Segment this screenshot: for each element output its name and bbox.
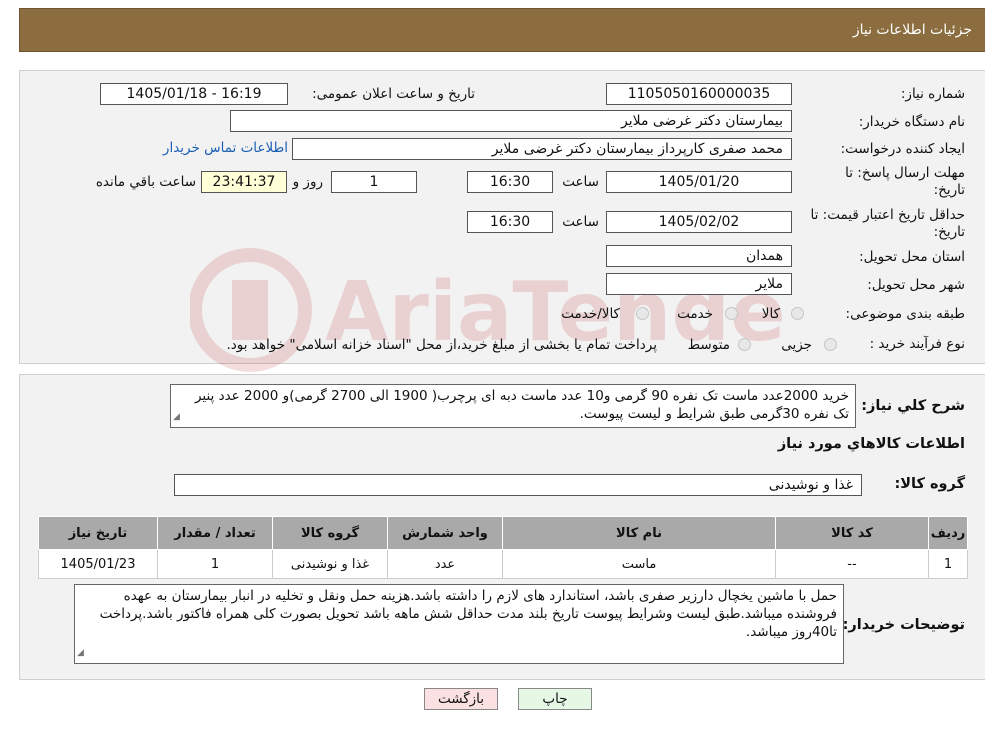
deadline-date-field: 1405/01/20	[606, 171, 792, 193]
summary-textarea[interactable]: خرید 2000عدد ماست تک نفره 90 گرمی و10 عد…	[170, 384, 856, 428]
creator-label: ایجاد کننده درخواست:	[840, 141, 965, 157]
announce-datetime-field: 1405/01/18 - 16:19	[100, 83, 288, 105]
col-group: گروه کالا	[272, 516, 388, 550]
process-option-medium: متوسط	[687, 337, 730, 353]
page-header: جزئیات اطلاعات نیاز	[19, 8, 985, 52]
back-button[interactable]: بازگشت	[424, 688, 498, 710]
process-note: پرداخت تمام یا بخشی از مبلغ خرید،از محل …	[226, 337, 657, 353]
deadline-label: مهلت ارسال پاسخ: تا	[845, 165, 965, 181]
days-label: روز و	[292, 174, 323, 190]
goods-group-label: گروه کالا:	[894, 476, 965, 492]
remaining-label: ساعت باقي مانده	[95, 174, 196, 190]
goods-table: ردیف کد کالا نام کالا واحد شمارش گروه کا…	[38, 516, 968, 579]
category-option-goods: کالا	[761, 306, 780, 322]
province-label: استان محل تحویل:	[859, 249, 965, 265]
validity-date-field: 1405/02/02	[606, 211, 792, 233]
col-row-number: ردیف	[928, 516, 968, 550]
cell-quantity: 1	[157, 549, 273, 579]
buyer-notes-textarea[interactable]: حمل با ماشین یخچال دارزیر صفری باشد، است…	[74, 584, 844, 664]
process-radio-medium[interactable]	[738, 338, 751, 351]
category-option-goods-service: کالا/خدمت	[561, 306, 620, 322]
buyer-field: بیمارستان دکتر غرضی ملایر	[230, 110, 792, 132]
city-label: شهر محل تحویل:	[867, 277, 965, 293]
creator-field: محمد صفری کارپرداز بیمارستان دکتر غرضی م…	[292, 138, 792, 160]
goods-section-title: اطلاعات کالاهاي مورد نياز	[777, 436, 965, 452]
days-field: 1	[331, 171, 417, 193]
buyer-contact-link[interactable]: اطلاعات تماس خریدار	[163, 140, 288, 156]
process-option-minor: جزیی	[781, 337, 812, 353]
cell-item-name: ماست	[502, 549, 776, 579]
print-button[interactable]: چاپ	[518, 688, 592, 710]
deadline-label-date: تاریخ:	[933, 182, 965, 198]
validity-label: حداقل تاریخ اعتبار قیمت: تا	[810, 207, 965, 223]
process-radio-minor[interactable]	[824, 338, 837, 351]
summary-label: شرح کلي نياز:	[861, 398, 965, 414]
cell-row-number: 1	[928, 549, 968, 579]
city-field: ملایر	[606, 273, 792, 295]
province-field: همدان	[606, 245, 792, 267]
cell-unit: عدد	[387, 549, 503, 579]
goods-table-header: ردیف کد کالا نام کالا واحد شمارش گروه کا…	[38, 516, 968, 550]
category-radio-goods-service[interactable]	[636, 307, 649, 320]
process-label: نوع فرآیند خرید :	[869, 336, 965, 352]
col-quantity: تعداد / مقدار	[157, 516, 273, 550]
announce-label: تاریخ و ساعت اعلان عمومی:	[312, 86, 475, 102]
validity-time-field: 16:30	[467, 211, 553, 233]
remaining-time-field: 23:41:37	[201, 171, 287, 193]
page-title: جزئیات اطلاعات نیاز	[852, 22, 972, 38]
cell-item-code: --	[775, 549, 929, 579]
need-number-field: 1105050160000035	[606, 83, 792, 105]
col-item-code: کد کالا	[775, 516, 929, 550]
col-item-name: نام کالا	[502, 516, 776, 550]
buyer-notes-label: توضیحات خریدار:	[842, 617, 965, 633]
category-radio-service[interactable]	[725, 307, 738, 320]
resize-grip-icon[interactable]: ◢	[173, 408, 180, 426]
goods-group-field: غذا و نوشیدنی	[174, 474, 862, 496]
need-number-label: شماره نیاز:	[900, 86, 965, 102]
table-row: 1 -- ماست عدد غذا و نوشیدنی 1 1405/01/23	[38, 549, 968, 579]
buyer-notes-text: حمل با ماشین یخچال دارزیر صفری باشد، است…	[99, 588, 837, 640]
cell-need-date: 1405/01/23	[38, 549, 158, 579]
deadline-time-label: ساعت	[562, 174, 599, 190]
resize-grip-icon[interactable]: ◢	[77, 644, 84, 662]
col-need-date: تاریخ نیاز	[38, 516, 158, 550]
category-radio-goods[interactable]	[791, 307, 804, 320]
summary-text: خرید 2000عدد ماست تک نفره 90 گرمی و10 عد…	[194, 388, 849, 422]
deadline-time-field: 16:30	[467, 171, 553, 193]
category-label: طبقه بندی موضوعی:	[845, 306, 965, 322]
validity-label-date: تاریخ:	[933, 224, 965, 240]
col-unit: واحد شمارش	[387, 516, 503, 550]
cell-group: غذا و نوشیدنی	[272, 549, 388, 579]
buyer-label: نام دستگاه خریدار:	[858, 114, 965, 130]
category-option-service: خدمت	[677, 306, 713, 322]
validity-time-label: ساعت	[562, 214, 599, 230]
